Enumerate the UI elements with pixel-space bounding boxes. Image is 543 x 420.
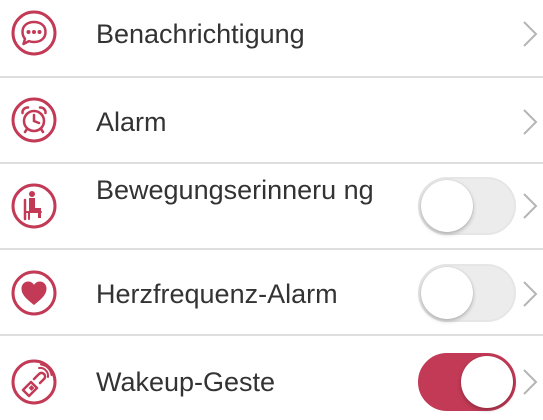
wakeup-gesture-toggle[interactable] [418,353,516,411]
settings-row-label: Wakeup-Geste [96,367,276,397]
heart-icon [10,269,58,317]
toggle-knob [421,180,473,232]
settings-row-label: Benachrichtigung [96,19,305,49]
settings-row-wakeup-gesture[interactable]: Wakeup-Geste [0,336,543,420]
chevron-right-icon [520,19,540,49]
movement-reminder-toggle[interactable] [418,177,516,235]
heart-rate-alarm-toggle[interactable] [418,264,516,322]
settings-list: Benachrichtigung Alarm Bewegungserinneru… [0,0,543,420]
toggle-knob [461,356,513,408]
settings-row-label: Alarm [96,107,167,137]
alarm-clock-icon [10,96,58,144]
settings-row-alarm[interactable]: Alarm [0,78,543,162]
settings-row-heart-rate-alarm[interactable]: Herzfrequenz-Alarm [0,250,543,334]
chevron-right-icon [520,191,540,221]
settings-row-label: Herzfrequenz-Alarm [96,279,338,309]
chat-bubble-icon [10,9,58,57]
settings-row-notification[interactable]: Benachrichtigung [0,0,543,76]
settings-row-label: Bewegungserinneru ng [96,175,374,205]
chevron-right-icon [520,367,540,397]
sitting-person-icon [10,182,58,230]
chevron-right-icon [520,279,540,309]
toggle-knob [421,267,473,319]
chevron-right-icon [520,107,540,137]
settings-row-movement-reminder[interactable]: Bewegungserinneru ng [0,164,543,248]
wrist-gesture-icon [10,358,58,406]
